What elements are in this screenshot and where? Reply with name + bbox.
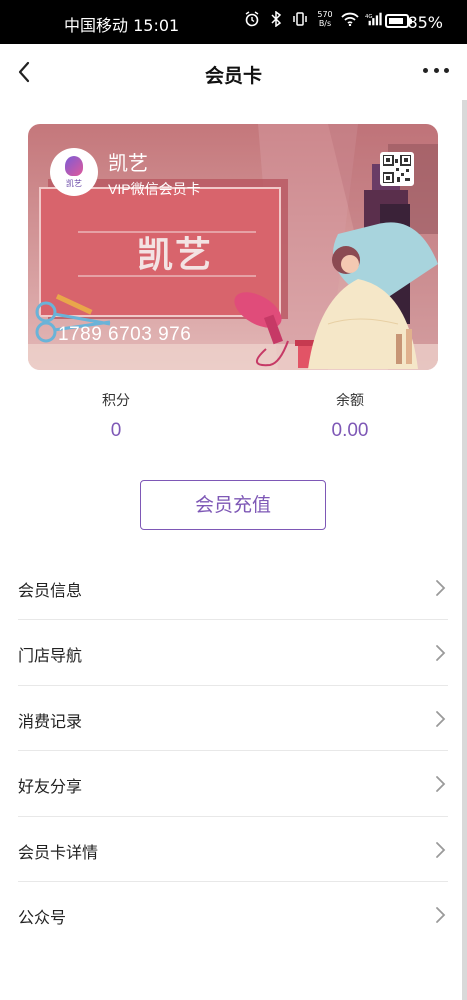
nav-bar: 会员卡 xyxy=(0,44,467,100)
vibrate-icon xyxy=(291,10,309,28)
status-icons: 570 B/s 4G xyxy=(243,10,383,28)
points-value: 0 xyxy=(110,420,122,441)
menu-item-label: 会员信息 xyxy=(18,583,83,600)
menu-item-card-details[interactable]: 会员卡详情 xyxy=(18,817,448,882)
chevron-right-icon xyxy=(434,775,446,793)
balance-value: 0.00 xyxy=(331,420,369,441)
signal-icon: 4G xyxy=(365,10,383,28)
card-panel-title: 凯艺 xyxy=(136,234,213,275)
chevron-right-icon xyxy=(434,710,446,728)
menu-item-official-account[interactable]: 公众号 xyxy=(18,882,448,947)
logo-text: 凯艺 xyxy=(66,178,82,188)
scrollbar[interactable] xyxy=(462,100,467,1000)
points-label: 积分 xyxy=(102,392,130,408)
logo-mark xyxy=(65,155,83,176)
menu-item-store-navigation[interactable]: 门店导航 xyxy=(18,620,448,686)
chevron-right-icon xyxy=(434,906,446,924)
more-options-icon[interactable] xyxy=(423,68,449,76)
recharge-button[interactable]: 会员充值 xyxy=(140,480,326,530)
net-speed: 570 B/s xyxy=(315,10,335,28)
alarm-icon xyxy=(243,10,261,28)
menu-item-consumption-records[interactable]: 消费记录 xyxy=(18,686,448,752)
page-title: 会员卡 xyxy=(204,66,262,87)
menu-item-member-info[interactable]: 会员信息 xyxy=(18,555,448,621)
battery-percent: 85% xyxy=(407,13,443,32)
menu-item-friend-share[interactable]: 好友分享 xyxy=(18,751,448,817)
balance-label: 余额 xyxy=(336,392,364,408)
bluetooth-icon xyxy=(267,10,285,28)
net-speed-value: 570 xyxy=(317,10,333,19)
battery-icon xyxy=(385,14,412,28)
menu-item-label: 会员卡详情 xyxy=(18,844,99,862)
chevron-right-icon xyxy=(434,841,446,859)
svg-text:4G: 4G xyxy=(365,14,373,20)
card-brand-name: 凯艺 xyxy=(108,153,148,175)
menu-item-label: 好友分享 xyxy=(18,779,83,797)
carrier-time: 中国移动 15:01 xyxy=(64,16,180,35)
chevron-right-icon xyxy=(434,579,446,597)
menu-item-label: 消费记录 xyxy=(18,713,83,731)
status-bar: 中国移动 15:01 570 B/s 4G 85% xyxy=(0,0,467,44)
menu-item-label: 公众号 xyxy=(18,909,67,927)
balance-stat: 余额 0.00 xyxy=(290,390,410,442)
member-card[interactable]: 凯艺 凯艺 VIP微信会员卡 凯艺 1789 6703 976 xyxy=(28,124,438,370)
card-type: VIP微信会员卡 xyxy=(108,181,201,197)
menu-list: 会员信息门店导航消费记录好友分享会员卡详情公众号 xyxy=(18,555,448,947)
card-number: 1789 6703 976 xyxy=(58,324,192,345)
chevron-right-icon xyxy=(434,644,446,662)
qr-code-icon[interactable] xyxy=(380,152,414,186)
net-speed-unit: B/s xyxy=(318,19,332,28)
wifi-icon xyxy=(341,10,359,28)
brand-logo: 凯艺 xyxy=(50,148,98,196)
points-stat: 积分 0 xyxy=(56,390,176,442)
menu-item-label: 门店导航 xyxy=(18,648,83,666)
